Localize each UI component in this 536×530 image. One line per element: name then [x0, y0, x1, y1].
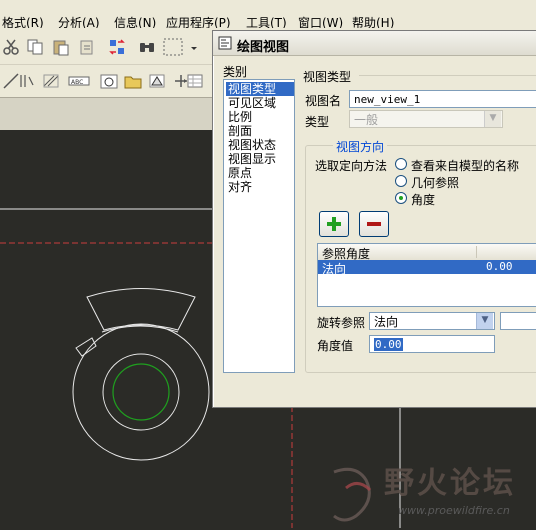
- section-divider: [359, 75, 536, 76]
- category-item-visible-area[interactable]: 可见区域: [226, 96, 294, 110]
- category-item-view-display[interactable]: 视图显示: [226, 152, 294, 166]
- category-item-view-state[interactable]: 视图状态: [226, 138, 294, 152]
- orientation-method-label: 选取定向方法: [315, 159, 388, 173]
- svg-text:ABC: ABC: [71, 79, 83, 86]
- watermark-brand: 野火论坛: [384, 466, 516, 501]
- rotation-ref-dropdown-arrow-icon[interactable]: ▼: [476, 313, 493, 329]
- dropdown-arrow-icon[interactable]: [190, 40, 198, 58]
- note-icon[interactable]: ABC: [68, 72, 90, 90]
- radio-angle-label: 角度: [411, 193, 436, 207]
- regenerate-icon[interactable]: [108, 38, 126, 56]
- cut-icon[interactable]: [2, 38, 20, 56]
- category-item-alignment[interactable]: 对齐: [226, 180, 294, 194]
- table-header: 参照角度: [318, 244, 536, 261]
- watermark-logo-icon: [333, 467, 372, 522]
- type-select: 一般 ▼: [349, 110, 503, 128]
- angle-value-label: 角度值: [317, 339, 354, 353]
- category-list: 视图类型 可见区域 比例 剖面 视图状态 视图显示 原点 对齐: [223, 79, 295, 373]
- minus-icon: [367, 222, 381, 226]
- table-cell-ref: 法向: [322, 262, 347, 276]
- category-item-scale[interactable]: 比例: [226, 110, 294, 124]
- watermark-url: www.proewildfire.cn: [398, 504, 510, 517]
- view-icon[interactable]: [100, 72, 118, 90]
- radio-model-names[interactable]: [395, 158, 407, 170]
- category-item-view-type[interactable]: 视图类型: [226, 82, 294, 96]
- copy-icon[interactable]: [26, 38, 44, 56]
- dialog-titlebar[interactable]: 绘图视图: [213, 31, 536, 56]
- dialog-title: 绘图视图: [237, 40, 290, 55]
- table-cell-angle: 0.00: [486, 260, 513, 273]
- remove-angle-button[interactable]: [359, 211, 389, 237]
- menu-bar: 格式(R) 分析(A) 信息(N) 应用程序(P) 工具(T) 窗口(W) 帮助…: [0, 0, 536, 30]
- radio-angle[interactable]: [395, 192, 407, 204]
- open-view-icon[interactable]: [124, 72, 142, 90]
- paste-special-icon[interactable]: [78, 38, 96, 56]
- table-icon[interactable]: [186, 72, 204, 90]
- radio-geometry-ref[interactable]: [395, 175, 407, 187]
- add-angle-button[interactable]: [319, 211, 349, 237]
- orientation-group-title: 视图方向: [333, 138, 388, 155]
- middle-circle: [102, 353, 180, 431]
- paste-icon[interactable]: [52, 38, 70, 56]
- category-item-origin[interactable]: 原点: [226, 166, 294, 180]
- category-item-section[interactable]: 剖面: [226, 124, 294, 138]
- rotation-ref-label: 旋转参照: [317, 316, 366, 330]
- rotation-ref-extra-input[interactable]: [500, 312, 536, 330]
- radio-model-names-label: 查看来自模型的名称: [411, 159, 520, 173]
- view-name-label: 视图名: [305, 94, 342, 108]
- table-row[interactable]: 法向 0.00: [318, 260, 536, 276]
- construct-icon[interactable]: [18, 72, 36, 90]
- section-title: 视图类型: [303, 70, 352, 84]
- type-label: 类型: [305, 115, 330, 129]
- dialog-app-icon: [218, 36, 232, 50]
- view-name-input[interactable]: new_view_1: [349, 90, 536, 108]
- drawing-view-dialog: 绘图视图 类别 视图类型 可见区域 比例 剖面 视图状态 视图显示 原点 对齐 …: [212, 30, 536, 408]
- hatch-icon[interactable]: [42, 72, 60, 90]
- side-tab-shape: [75, 337, 97, 357]
- category-label: 类别: [223, 65, 248, 79]
- rotation-ref-select[interactable]: 法向 ▼: [369, 312, 495, 330]
- select-box-icon[interactable]: [162, 37, 184, 57]
- reference-angle-table: 参照角度 法向 0.00: [317, 243, 536, 307]
- type-dropdown-arrow-icon: ▼: [484, 111, 501, 127]
- shaded-view-icon[interactable]: [148, 72, 166, 90]
- find-icon[interactable]: [138, 38, 156, 56]
- radio-geometry-ref-label: 几何参照: [411, 176, 460, 190]
- inner-circle: [112, 363, 170, 421]
- watermark: 野火论坛 www.proewildfire.cn: [322, 452, 536, 528]
- outer-circle: [72, 323, 210, 461]
- angle-value-input[interactable]: 0.00: [369, 335, 495, 353]
- plus-icon: [327, 217, 341, 231]
